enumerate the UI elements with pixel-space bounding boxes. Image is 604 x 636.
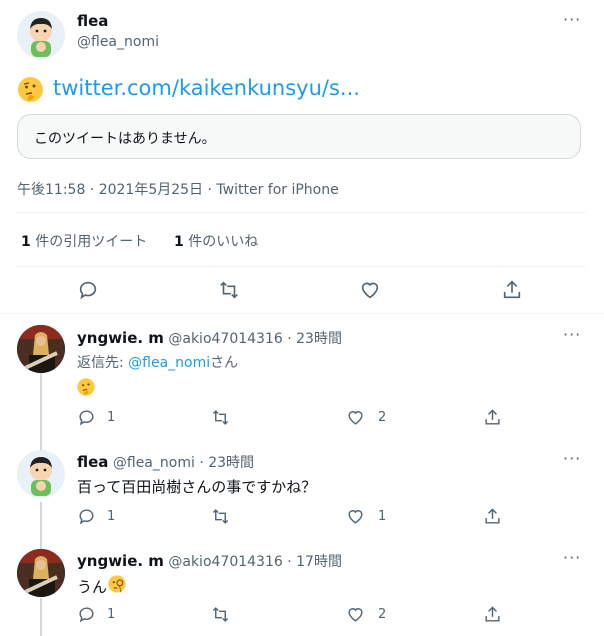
reply-time[interactable]: · 17時間 [287,554,342,570]
like-icon[interactable] [359,279,381,305]
like-action[interactable]: 2 [346,408,386,427]
face-with-monocle-icon [108,575,126,597]
reply-to-handle[interactable]: @flea_nomi [128,355,210,371]
share-icon [485,606,500,622]
quoted-tweet-unavailable-box: このツイートはありません。 [17,114,581,159]
tweet-link[interactable]: twitter.com/kaikenkunsyu/s... [53,76,360,100]
more-options-icon[interactable]: ··· [563,548,581,567]
reply-action[interactable]: 1 [77,507,115,526]
author-avatar[interactable] [17,11,65,59]
share-icon [485,508,500,524]
like-count: 2 [378,410,387,425]
author-name[interactable]: yngwie. m [77,552,164,570]
quoted-tweet-unavailable-text: このツイートはありません。 [34,131,216,147]
reply-header: yngwie. m @akio47014316 · 23時間 [77,328,342,348]
section-divider [0,313,604,314]
share-action[interactable] [483,507,502,526]
retweet-action[interactable] [211,507,230,526]
share-action[interactable] [483,408,502,427]
more-options-icon[interactable]: ··· [563,325,581,344]
author-handle[interactable]: @akio47014316 [168,331,282,347]
reply-to-line: 返信先: @flea_nomiさん [77,352,238,372]
author-handle[interactable]: @flea_nomi [77,34,159,50]
reply-text-line: うん [77,575,126,597]
reply-to-suffix: さん [210,355,239,371]
more-options-icon[interactable]: ··· [563,449,581,468]
reply-text: 百って百田尚樹さんの事ですかね？ [77,478,317,496]
quote-tweet-stat[interactable]: 1 件の引用ツイート [21,231,147,251]
like-action[interactable]: 1 [346,507,386,526]
author-name[interactable]: flea [77,12,108,30]
like-stat[interactable]: 1 件のいいね [174,231,258,251]
reply-icon[interactable] [77,279,99,305]
thinking-face-icon [18,77,43,102]
reply-count: 1 [107,607,116,622]
like-icon [348,608,363,622]
author-name[interactable]: flea [77,453,108,471]
reply-time[interactable]: · 23時間 [287,331,342,347]
like-action[interactable]: 2 [346,605,386,624]
author-avatar[interactable] [17,325,65,373]
reply-text: うん [77,577,108,596]
tweet-meta[interactable]: 午後11:58 · 2021年5月25日 · Twitter for iPhon… [17,179,339,199]
like-count: 1 [378,509,387,524]
reply-count: 1 [107,509,116,524]
reply-time[interactable]: · 23時間 [199,455,254,471]
retweet-icon [212,509,229,524]
author-avatar[interactable] [17,549,65,597]
retweet-icon [212,607,229,622]
quote-label: 件の引用ツイート [30,234,148,250]
like-count: 1 [174,234,184,250]
reply-count: 1 [107,410,116,425]
author-handle[interactable]: @akio47014316 [168,554,282,570]
like-count: 2 [378,607,387,622]
like-icon [348,510,363,524]
more-options-icon[interactable]: ··· [563,10,581,29]
author-name[interactable]: yngwie. m [77,329,164,347]
thinking-face-icon [77,378,95,400]
reply-header: flea @flea_nomi · 23時間 [77,452,254,472]
retweet-action[interactable] [211,605,230,624]
like-icon [348,411,363,425]
author-handle[interactable]: @flea_nomi [113,455,195,471]
retweet-icon[interactable] [218,279,240,305]
like-label: 件のいいね [183,234,259,250]
thread-connector [40,372,42,450]
author-avatar[interactable] [17,450,65,498]
retweet-action[interactable] [211,408,230,427]
reply-action[interactable]: 1 [77,408,115,427]
quote-count: 1 [21,234,31,250]
thread-connector [40,598,42,636]
main-tweet: flea @flea_nomi ··· twitter.com/kaikenku… [0,0,604,300]
thread-connector [40,502,42,550]
retweet-icon [212,410,229,425]
reply-to-prefix: 返信先: [77,355,129,371]
reply-header: yngwie. m @akio47014316 · 17時間 [77,551,342,571]
reply-icon [79,607,94,623]
reply-icon [79,509,94,525]
share-icon [485,409,500,425]
share-action[interactable] [483,605,502,624]
reply-action[interactable]: 1 [77,605,115,624]
share-icon[interactable] [501,279,523,305]
reply-icon [79,410,94,426]
